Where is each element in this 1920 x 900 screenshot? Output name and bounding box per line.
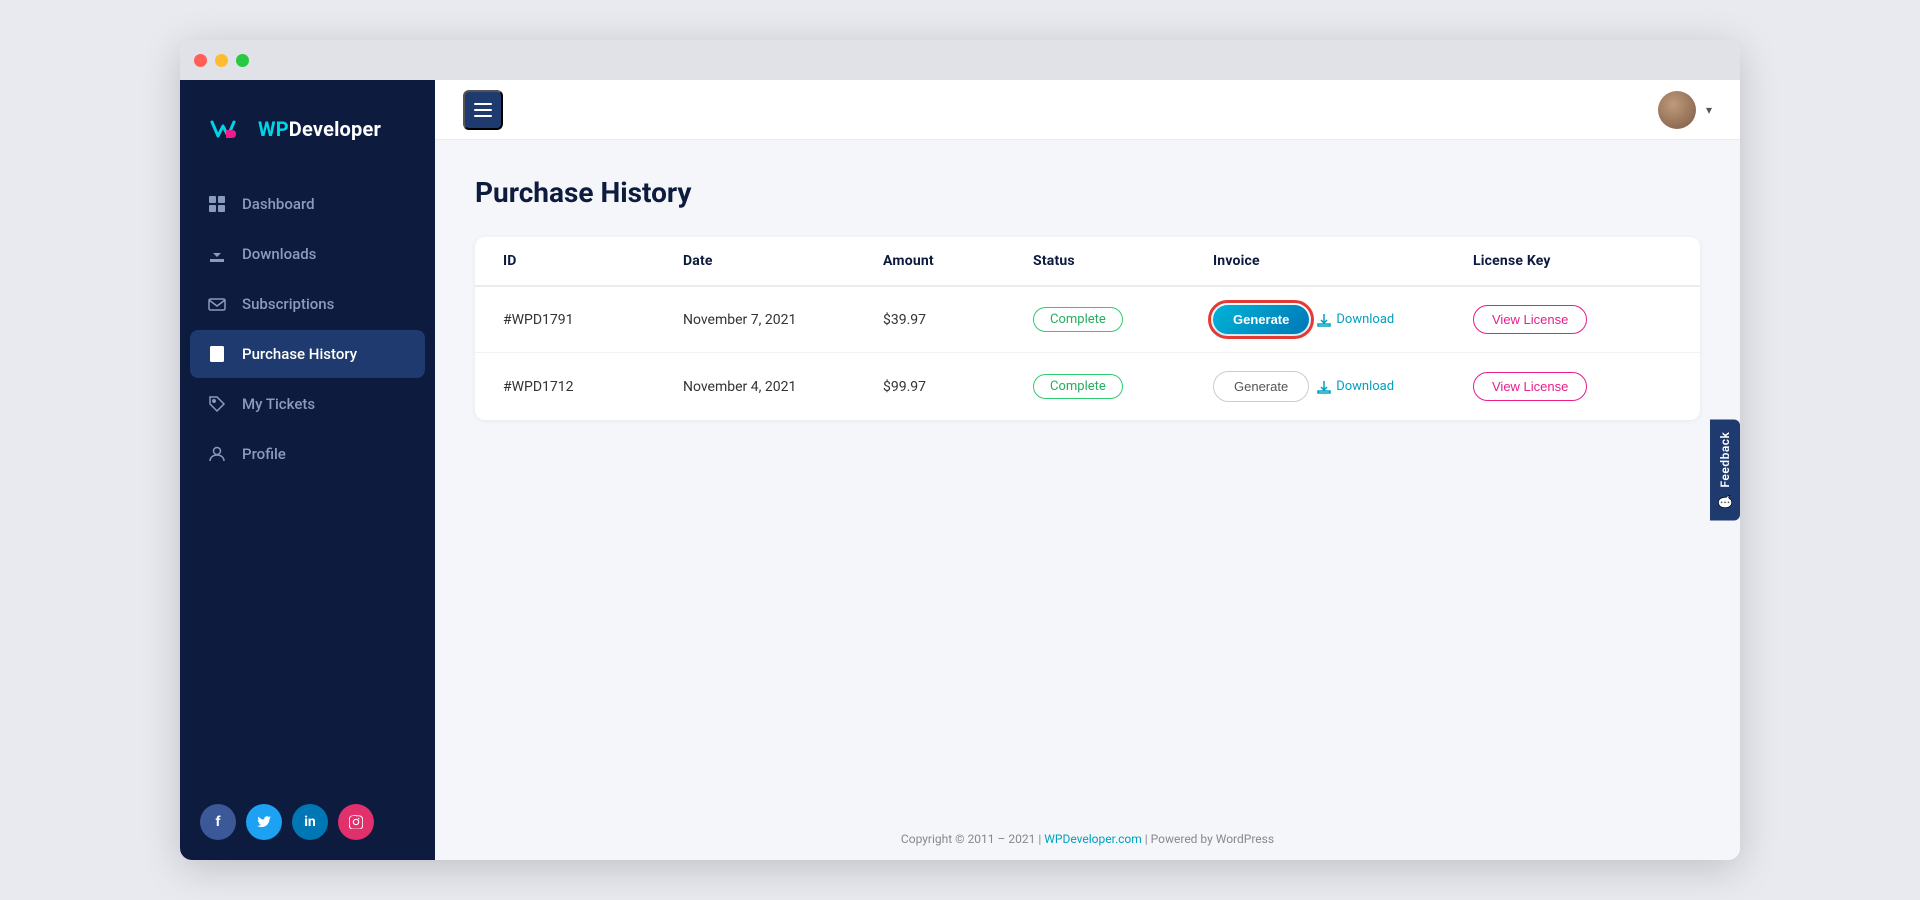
generate-button-1[interactable]: Generate	[1213, 305, 1309, 334]
sidebar-logo: WPDeveloper	[180, 80, 435, 180]
download-link-2[interactable]: Download	[1317, 379, 1394, 394]
download-link-1[interactable]: Download	[1317, 312, 1394, 327]
download-icon	[206, 243, 228, 265]
license-cell-2: View License	[1473, 372, 1672, 401]
sidebar-item-label-dashboard: Dashboard	[242, 195, 315, 213]
close-button[interactable]	[194, 54, 207, 67]
grid-icon	[206, 193, 228, 215]
table-row: #WPD1791 November 7, 2021 $39.97 Complet…	[475, 287, 1700, 353]
table-row: #WPD1712 November 4, 2021 $99.97 Complet…	[475, 353, 1700, 420]
instagram-button[interactable]	[338, 804, 374, 840]
footer-powered: | Powered by WordPress	[1145, 832, 1274, 846]
tag-icon	[206, 393, 228, 415]
top-header: ▾	[435, 80, 1740, 140]
footer-link[interactable]: WPDeveloper.com	[1044, 832, 1142, 846]
col-header-status: Status	[1033, 253, 1213, 269]
complete-badge-1: Complete	[1033, 307, 1123, 332]
content-area: Purchase History ID Date Amount Status I…	[435, 140, 1740, 818]
hamburger-button[interactable]	[463, 90, 503, 130]
view-license-button-1[interactable]: View License	[1473, 305, 1587, 334]
col-header-id: ID	[503, 253, 683, 269]
chevron-down-icon: ▾	[1706, 103, 1712, 117]
col-header-date: Date	[683, 253, 883, 269]
generate-button-2[interactable]: Generate	[1213, 371, 1309, 402]
twitter-button[interactable]	[246, 804, 282, 840]
status-badge-2: Complete	[1033, 374, 1213, 399]
minimize-button[interactable]	[215, 54, 228, 67]
hamburger-line-2	[474, 109, 492, 111]
col-header-invoice: Invoice	[1213, 253, 1473, 269]
logo-wp: WP	[258, 117, 289, 141]
feedback-label: 💬	[1718, 493, 1732, 508]
avatar	[1658, 91, 1696, 129]
sidebar-item-profile[interactable]: Profile	[190, 430, 425, 478]
sidebar-navigation: Dashboard Downloads Subscriptions	[180, 180, 435, 786]
sidebar-item-label-my-tickets: My Tickets	[242, 395, 315, 413]
user-menu[interactable]: ▾	[1658, 91, 1712, 129]
sidebar: WPDeveloper Dashboard Downloads	[180, 80, 435, 860]
maximize-button[interactable]	[236, 54, 249, 67]
sidebar-item-my-tickets[interactable]: My Tickets	[190, 380, 425, 428]
logo-icon	[204, 108, 246, 150]
status-badge-1: Complete	[1033, 307, 1213, 332]
download-label-2: Download	[1336, 379, 1394, 394]
cell-amount-1: $39.97	[883, 312, 1033, 328]
invoice-cell-2: Generate Download	[1213, 371, 1473, 402]
cell-id-1: #WPD1791	[503, 312, 683, 328]
title-bar	[180, 40, 1740, 80]
table-header: ID Date Amount Status Invoice License Ke…	[475, 237, 1700, 287]
invoice-cell-1: Generate Download	[1213, 305, 1473, 334]
user-icon	[206, 443, 228, 465]
footer-copyright: Copyright © 2011 – 2021 |	[901, 832, 1041, 846]
license-cell-1: View License	[1473, 305, 1672, 334]
sidebar-item-downloads[interactable]: Downloads	[190, 230, 425, 278]
footer: Copyright © 2011 – 2021 | WPDeveloper.co…	[435, 818, 1740, 860]
hamburger-line-3	[474, 115, 492, 117]
linkedin-button[interactable]: in	[292, 804, 328, 840]
complete-badge-2: Complete	[1033, 374, 1123, 399]
main-content: ▾ Purchase History ID Date Amount Status…	[435, 80, 1740, 860]
cell-id-2: #WPD1712	[503, 379, 683, 395]
view-license-button-2[interactable]: View License	[1473, 372, 1587, 401]
feedback-tab[interactable]: 💬 Feedback	[1710, 419, 1740, 520]
download-icon-1	[1317, 313, 1331, 327]
sidebar-item-label-profile: Profile	[242, 445, 286, 463]
logo-text: WPDeveloper	[258, 117, 381, 141]
hamburger-line-1	[474, 103, 492, 105]
receipt-icon	[206, 343, 228, 365]
logo-developer: Developer	[289, 117, 381, 141]
sidebar-item-dashboard[interactable]: Dashboard	[190, 180, 425, 228]
sidebar-item-label-purchase-history: Purchase History	[242, 345, 357, 363]
purchase-table: ID Date Amount Status Invoice License Ke…	[475, 237, 1700, 420]
envelope-icon	[206, 293, 228, 315]
sidebar-item-label-downloads: Downloads	[242, 245, 316, 263]
sidebar-item-subscriptions[interactable]: Subscriptions	[190, 280, 425, 328]
cell-date-1: November 7, 2021	[683, 312, 883, 328]
feedback-text: Feedback	[1718, 431, 1732, 487]
download-label-1: Download	[1336, 312, 1394, 327]
col-header-license: License Key	[1473, 253, 1672, 269]
social-links: f in	[180, 786, 435, 840]
download-icon-2	[1317, 380, 1331, 394]
col-header-amount: Amount	[883, 253, 1033, 269]
facebook-button[interactable]: f	[200, 804, 236, 840]
cell-date-2: November 4, 2021	[683, 379, 883, 395]
page-title: Purchase History	[475, 176, 1700, 209]
sidebar-item-purchase-history[interactable]: Purchase History	[190, 330, 425, 378]
sidebar-item-label-subscriptions: Subscriptions	[242, 295, 334, 313]
cell-amount-2: $99.97	[883, 379, 1033, 395]
